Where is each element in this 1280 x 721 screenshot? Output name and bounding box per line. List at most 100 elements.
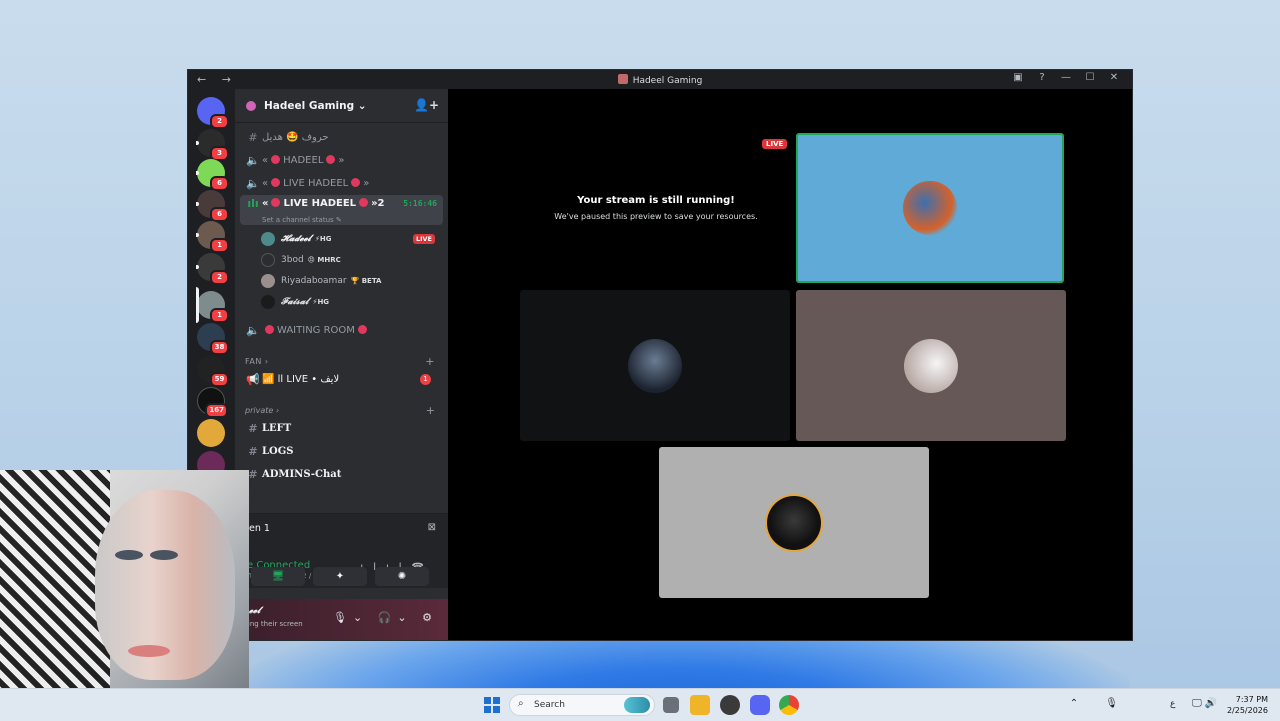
category-label: private bbox=[245, 406, 274, 415]
discord-home-icon[interactable]: 2 bbox=[197, 97, 229, 129]
app-icon-dark[interactable] bbox=[720, 695, 740, 715]
paused-preview-notice: Your stream is still running! We've paus… bbox=[488, 195, 824, 221]
channel-voice-hadeel[interactable]: 🔈 « HADEEL » bbox=[240, 150, 443, 171]
voice-active-icon: ılı bbox=[247, 197, 259, 210]
task-view-icon[interactable] bbox=[663, 697, 679, 713]
webcam-eye-right bbox=[150, 550, 178, 560]
voice-user[interactable]: 3bod 😠 MHRC bbox=[261, 250, 439, 270]
mic-headset-settings-icons[interactable]: 🎙⌄ 🎧⌄ ⚙ bbox=[333, 611, 438, 624]
server-icon-group[interactable]: 1 bbox=[196, 221, 229, 253]
share-screen-button[interactable]: 🖥 bbox=[251, 567, 305, 586]
avatar bbox=[904, 338, 958, 393]
voice-action-buttons: 🖥 ✦ ✺ bbox=[251, 567, 445, 586]
channel-label-prefix: « bbox=[262, 198, 269, 209]
hashtag-icon: # bbox=[248, 131, 258, 144]
add-channel-icon[interactable]: + bbox=[426, 404, 435, 417]
category-fan[interactable]: FAN › + bbox=[245, 355, 441, 368]
channel-text-admins-chat[interactable]: # ADMINS-Chat bbox=[240, 464, 443, 485]
activities-button[interactable]: ✦ bbox=[313, 567, 367, 586]
tray-icons[interactable]: ⌃ 🎙 bbox=[1070, 698, 1130, 709]
channel-text-left[interactable]: # LEFT bbox=[240, 418, 443, 439]
category-label: FAN bbox=[245, 357, 262, 366]
server-icon bbox=[617, 74, 628, 84]
discord-taskbar-icon[interactable] bbox=[750, 695, 770, 715]
voice-stage: LIVE Your stream is still running! We've… bbox=[448, 89, 1132, 640]
channel-label: LIVE HADEEL bbox=[283, 178, 349, 189]
call-timer: 5:16:46 bbox=[403, 199, 437, 208]
channel-voice-active[interactable]: ılı «LIVE HADEEL »2 Set a channel status … bbox=[240, 195, 443, 225]
channel-label-prefix: « bbox=[262, 178, 269, 189]
voice-user[interactable]: 𝓗𝓪𝓭𝓮𝓮𝓵 ⚡HG LIVE bbox=[261, 229, 439, 249]
user-tag: 😠 MHRC bbox=[307, 256, 341, 264]
server-icon-music[interactable]: 59 bbox=[197, 355, 229, 387]
voice-user[interactable]: 𝓕𝓪𝓲𝓼𝓪𝓵 ⚡HG bbox=[261, 292, 439, 312]
user-name: Riyadaboamar bbox=[281, 276, 347, 286]
server-icon-sat[interactable]: 38 bbox=[197, 323, 229, 355]
unread-badge: 59 bbox=[210, 372, 229, 387]
channel-label: WAITING ROOM bbox=[277, 325, 355, 336]
channel-text-huroof[interactable]: # حروف 🤩 هديل bbox=[240, 127, 443, 148]
channel-announcement-live[interactable]: 📢 📶 اا LIVE • لايف 1 bbox=[240, 369, 443, 390]
current-user-status: ring their screen bbox=[245, 620, 303, 628]
channel-voice-live-hadeel[interactable]: 🔈 « LIVE HADEEL » bbox=[240, 173, 443, 194]
server-icon-gray[interactable]: 2 bbox=[196, 253, 229, 285]
live-badge: LIVE bbox=[412, 234, 435, 244]
red-dot-icon bbox=[326, 155, 336, 164]
channel-label: HADEEL bbox=[283, 155, 324, 166]
category-private[interactable]: private › + bbox=[245, 404, 441, 417]
channel-label-suffix: »2 bbox=[371, 198, 385, 209]
taskbar-search[interactable]: ⌕ Search bbox=[509, 694, 655, 716]
channel-text-logs[interactable]: # LOGS bbox=[240, 441, 443, 462]
participant-tile-faisal[interactable] bbox=[659, 447, 929, 598]
voice-user[interactable]: Riyadaboamar 🏆 BETA bbox=[261, 271, 439, 291]
chrome-icon[interactable] bbox=[779, 695, 799, 715]
server-icon-hadeel-gaming[interactable]: 1 bbox=[196, 287, 229, 323]
user-name: 3bod bbox=[281, 255, 304, 265]
server-icon-emperor[interactable] bbox=[197, 419, 225, 447]
windows-start-icon[interactable] bbox=[484, 697, 500, 713]
speaker-icon: 🔈 bbox=[246, 324, 260, 337]
window-title: Hadeel Gaming bbox=[188, 74, 1132, 86]
server-icon-green[interactable]: 6 bbox=[196, 159, 229, 191]
channel-label: ADMINS-Chat bbox=[262, 469, 342, 480]
hashtag-icon: # bbox=[248, 422, 258, 435]
unread-badge: 167 bbox=[205, 403, 228, 418]
add-channel-icon[interactable]: + bbox=[425, 355, 435, 368]
red-dot-icon bbox=[351, 178, 361, 187]
channel-status[interactable]: Set a channel status ✎ bbox=[262, 211, 342, 229]
participant-tile-hadeel[interactable] bbox=[796, 133, 1064, 283]
input-language[interactable]: ع bbox=[1170, 699, 1175, 709]
taskbar-clock[interactable]: 7:37 PM 2/25/2026 bbox=[1227, 694, 1268, 716]
user-panel: 𝓮𝓮𝓵 ring their screen 🎙⌄ 🎧⌄ ⚙ bbox=[235, 599, 448, 640]
server-badge-icon bbox=[246, 101, 256, 111]
channel-voice-waiting-room[interactable]: 🔈 WAITING ROOM bbox=[240, 320, 443, 341]
stop-stream-icon[interactable]: ⊠ bbox=[428, 522, 436, 533]
webcam-scarf-pattern bbox=[0, 470, 110, 720]
channel-label-suffix: » bbox=[363, 178, 370, 189]
selected-pill bbox=[196, 287, 199, 323]
minimize-icon[interactable]: — bbox=[1054, 72, 1078, 83]
current-user-name[interactable]: 𝓮𝓮𝓵 bbox=[249, 606, 260, 616]
network-volume-icons[interactable]: 🖵 🔊 bbox=[1192, 698, 1217, 709]
avatar bbox=[261, 253, 275, 267]
window-controls: ▣ ? — ☐ ✕ bbox=[1006, 72, 1126, 83]
server-header[interactable]: Hadeel Gaming ⌄ 👤+ bbox=[235, 89, 448, 123]
close-icon[interactable]: ✕ bbox=[1102, 72, 1126, 83]
avatar bbox=[628, 338, 682, 393]
soundboard-button[interactable]: ✺ bbox=[375, 567, 429, 586]
participant-tile-3bod[interactable] bbox=[520, 290, 790, 441]
server-icon-sts[interactable]: 167 bbox=[197, 387, 228, 418]
screen-share-icon[interactable]: ▣ bbox=[1006, 72, 1030, 83]
participant-tile-riyadaboamar[interactable] bbox=[796, 290, 1066, 441]
maximize-icon[interactable]: ☐ bbox=[1078, 72, 1102, 83]
help-icon[interactable]: ? bbox=[1030, 72, 1054, 83]
unread-badge: 2 bbox=[210, 114, 229, 129]
server-icon-batman[interactable]: 3 bbox=[196, 129, 229, 161]
invite-people-icon[interactable]: 👤+ bbox=[414, 98, 439, 112]
clock-date: 2/25/2026 bbox=[1226, 706, 1268, 715]
chevron-right-icon: › bbox=[275, 406, 280, 415]
server-icon-dark[interactable]: 6 bbox=[196, 190, 229, 222]
avatar bbox=[261, 274, 275, 288]
file-explorer-icon[interactable] bbox=[690, 695, 710, 715]
unread-badge: 1 bbox=[210, 238, 229, 253]
